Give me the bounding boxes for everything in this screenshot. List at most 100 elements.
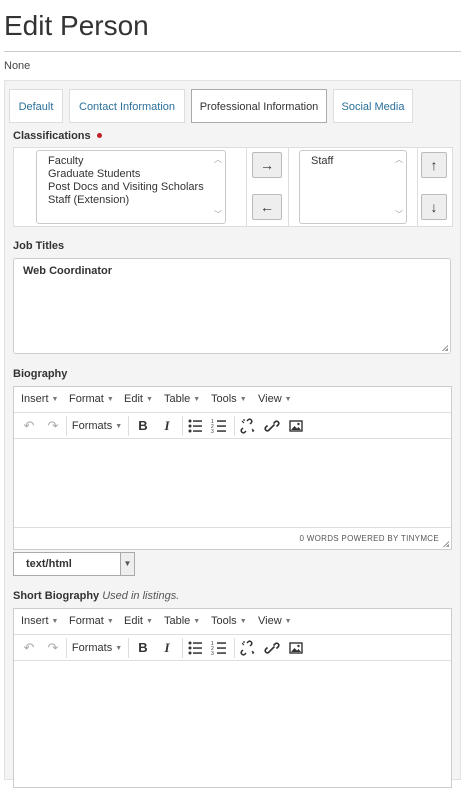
divider	[288, 148, 289, 226]
list-item[interactable]: Faculty	[48, 155, 225, 168]
caret-down-icon: ▼	[115, 645, 123, 652]
tab-social-media[interactable]: Social Media	[333, 89, 413, 123]
scroll-up-icon[interactable]: ︿	[394, 153, 404, 166]
undo-icon[interactable]: ↶	[18, 413, 40, 439]
word-count: 0 WORDS POWERED BY TINYMCE	[299, 534, 439, 543]
toolbar-divider	[66, 638, 67, 658]
menu-insert[interactable]: Insert ▼	[21, 615, 58, 627]
menu-label: View	[258, 393, 282, 405]
bold-icon[interactable]: B	[132, 635, 154, 661]
menu-view[interactable]: View ▼	[258, 393, 292, 405]
menu-insert[interactable]: Insert ▼	[21, 393, 58, 405]
toolbar-divider	[66, 416, 67, 436]
menu-label: Insert	[21, 615, 49, 627]
move-left-button[interactable]: ←	[252, 194, 282, 220]
classifications-widget: Faculty Graduate Students Post Docs and …	[13, 147, 453, 227]
unlink-icon[interactable]	[236, 413, 260, 439]
resize-handle-icon[interactable]	[442, 345, 448, 351]
caret-down-icon: ▼	[106, 396, 114, 403]
redo-icon[interactable]: ↷	[42, 413, 64, 439]
none-text: None	[4, 60, 31, 72]
menu-label: Insert	[21, 393, 49, 405]
caret-down-icon: ▼	[193, 618, 201, 625]
bullet-list-icon[interactable]	[184, 413, 208, 439]
menu-tools[interactable]: Tools ▼	[211, 615, 247, 627]
scroll-down-icon[interactable]: ﹀	[213, 208, 223, 221]
list-item[interactable]: Post Docs and Visiting Scholars	[48, 181, 225, 194]
text-format-value: text/html	[26, 558, 72, 570]
caret-down-icon: ▼	[193, 396, 201, 403]
text-format-select[interactable]: text/html ▼	[13, 552, 135, 576]
required-indicator	[96, 133, 102, 138]
menu-label: Tools	[211, 393, 237, 405]
job-titles-field[interactable]: Web Coordinator	[13, 258, 451, 354]
italic-icon[interactable]: I	[156, 635, 178, 661]
list-item[interactable]: Graduate Students	[48, 168, 225, 181]
chevron-down-icon: ▼	[120, 553, 134, 575]
job-titles-label: Job Titles	[13, 240, 65, 252]
bullet-list-icon[interactable]	[184, 635, 208, 661]
menu-label: Edit	[124, 615, 143, 627]
biography-label: Biography	[13, 368, 68, 380]
svg-text:3: 3	[211, 651, 214, 657]
image-icon[interactable]	[284, 635, 308, 661]
menu-label: Format	[69, 393, 104, 405]
numbered-list-icon[interactable]: 123	[208, 635, 232, 661]
link-icon[interactable]	[260, 635, 284, 661]
image-icon[interactable]	[284, 413, 308, 439]
caret-down-icon: ▼	[239, 396, 247, 403]
menu-view[interactable]: View ▼	[258, 615, 292, 627]
link-icon[interactable]	[260, 413, 284, 439]
move-down-button[interactable]: ↓	[421, 194, 447, 220]
numbered-list-icon[interactable]: 123	[208, 413, 232, 439]
scrollbar[interactable]: ︿ ﹀	[394, 153, 404, 221]
short-biography-label-text: Short Biography	[13, 590, 100, 602]
tab-contact-information[interactable]: Contact Information	[69, 89, 185, 123]
toolbar-divider	[234, 638, 235, 658]
menu-table[interactable]: Table ▼	[164, 393, 200, 405]
move-up-button[interactable]: ↑	[421, 152, 447, 178]
menu-table[interactable]: Table ▼	[164, 615, 200, 627]
title-divider	[4, 51, 461, 52]
classifications-label-text: Classifications	[13, 130, 91, 142]
editor-toolbar: ↶ ↷ Formats ▼ B I 123	[14, 635, 451, 661]
biography-editor: Insert ▼ Format ▼ Edit ▼ Table ▼ Tools ▼ View…	[13, 386, 452, 550]
scroll-up-icon[interactable]: ︿	[213, 153, 223, 166]
divider	[246, 148, 247, 226]
scroll-down-icon[interactable]: ﹀	[394, 208, 404, 221]
formats-dropdown[interactable]: Formats ▼	[68, 635, 126, 661]
list-item[interactable]: Staff (Extension)	[48, 194, 225, 207]
menu-format[interactable]: Format ▼	[69, 615, 114, 627]
job-titles-value: Web Coordinator	[23, 265, 113, 277]
formats-label: Formats	[71, 420, 113, 432]
formats-dropdown[interactable]: Formats ▼	[68, 413, 126, 439]
menu-edit[interactable]: Edit ▼	[124, 615, 153, 627]
svg-text:3: 3	[211, 429, 214, 435]
bold-icon[interactable]: B	[132, 413, 154, 439]
italic-icon[interactable]: I	[156, 413, 178, 439]
selected-classifications-list[interactable]: Staff ︿ ﹀	[299, 150, 407, 224]
tab-professional-information[interactable]: Professional Information	[191, 89, 327, 123]
list-item[interactable]: Staff	[311, 155, 406, 168]
editor-statusbar: 0 WORDS POWERED BY TINYMCE	[14, 527, 451, 549]
short-biography-editor: Insert ▼ Format ▼ Edit ▼ Table ▼ Tools ▼ View…	[13, 608, 452, 788]
redo-icon[interactable]: ↷	[42, 635, 64, 661]
menu-tools[interactable]: Tools ▼	[211, 393, 247, 405]
available-classifications-list[interactable]: Faculty Graduate Students Post Docs and …	[36, 150, 226, 224]
caret-down-icon: ▼	[284, 618, 292, 625]
menu-format[interactable]: Format ▼	[69, 393, 114, 405]
caret-down-icon: ▼	[239, 618, 247, 625]
menu-label: View	[258, 615, 282, 627]
unlink-icon[interactable]	[236, 635, 260, 661]
editor-toolbar: ↶ ↷ Formats ▼ B I 123	[14, 413, 451, 439]
form-panel: Default Contact Information Professional…	[4, 80, 461, 788]
short-biography-label: Short Biography Used in listings.	[13, 590, 179, 602]
menu-edit[interactable]: Edit ▼	[124, 393, 153, 405]
tab-default[interactable]: Default	[9, 89, 63, 123]
caret-down-icon: ▼	[51, 618, 59, 625]
resize-handle-icon[interactable]	[443, 541, 449, 547]
menu-label: Table	[164, 615, 191, 627]
scrollbar[interactable]: ︿ ﹀	[213, 153, 223, 221]
undo-icon[interactable]: ↶	[18, 635, 40, 661]
move-right-button[interactable]: →	[252, 152, 282, 178]
